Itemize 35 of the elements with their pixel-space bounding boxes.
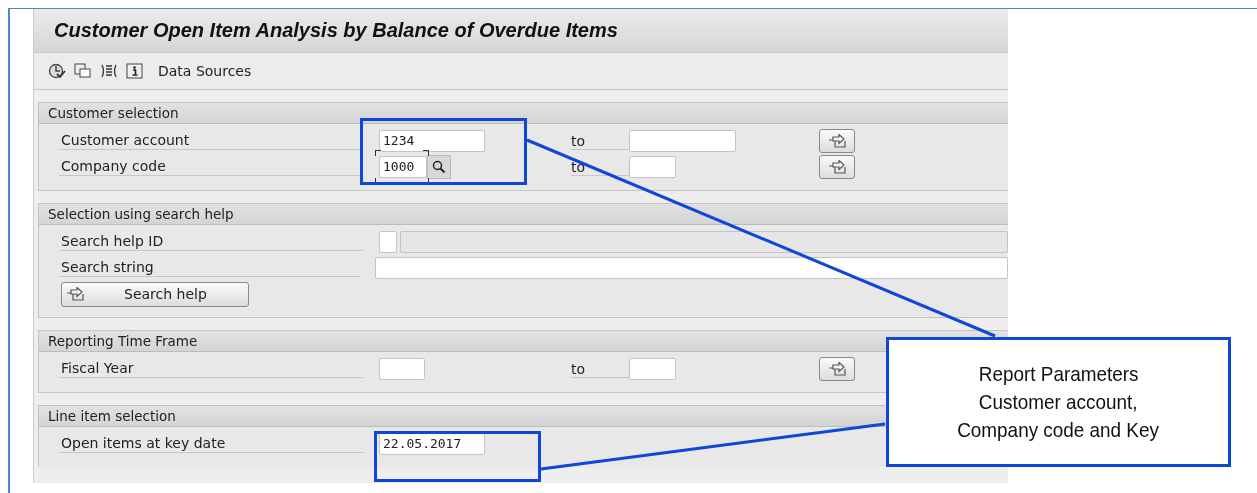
section-header: Selection using search help — [39, 204, 1008, 225]
callout-text: Report Parameters — [978, 362, 1139, 386]
input-field[interactable]: 1234 — [379, 130, 485, 152]
multiple-selection-button[interactable] — [819, 129, 855, 153]
multiple-selection-icon — [66, 287, 84, 301]
info-icon[interactable] — [126, 63, 144, 79]
search-help-button[interactable]: Search help — [61, 281, 249, 307]
execute-icon[interactable] — [48, 63, 66, 79]
multiple-selection-icon — [828, 134, 846, 148]
input-field[interactable] — [629, 156, 676, 178]
input-field[interactable] — [379, 358, 425, 380]
window-title: Customer Open Item Analysis by Balance of Overdue Items — [34, 8, 1008, 53]
field-label: Company code — [59, 158, 363, 176]
field-label: Search string — [59, 259, 360, 277]
field-label: Fiscal Year — [59, 360, 363, 378]
copy-icon[interactable] — [74, 63, 92, 79]
input-field[interactable] — [375, 257, 1008, 279]
display-field[interactable] — [399, 231, 1008, 253]
section-header: Customer selection — [39, 103, 1008, 124]
data-sources-button[interactable]: Data Sources — [158, 63, 252, 79]
section-header: Reporting Time Frame — [39, 331, 1008, 352]
list-icon[interactable] — [100, 63, 118, 79]
multiple-selection-icon — [828, 160, 846, 174]
field-label: Customer account — [59, 132, 363, 150]
search-icon[interactable] — [427, 155, 451, 179]
input-field[interactable] — [629, 358, 676, 380]
input-field[interactable] — [629, 130, 736, 152]
multiple-selection-button[interactable] — [819, 357, 855, 381]
multiple-selection-button[interactable] — [819, 155, 855, 179]
multiple-selection-icon — [828, 362, 846, 376]
input-field[interactable] — [378, 231, 397, 253]
date-field[interactable]: 22.05.2017 — [379, 433, 485, 455]
input-field[interactable]: 1000 — [379, 156, 427, 178]
field-label: Search help ID — [59, 233, 363, 251]
field-label: Open items at key date — [59, 435, 363, 453]
